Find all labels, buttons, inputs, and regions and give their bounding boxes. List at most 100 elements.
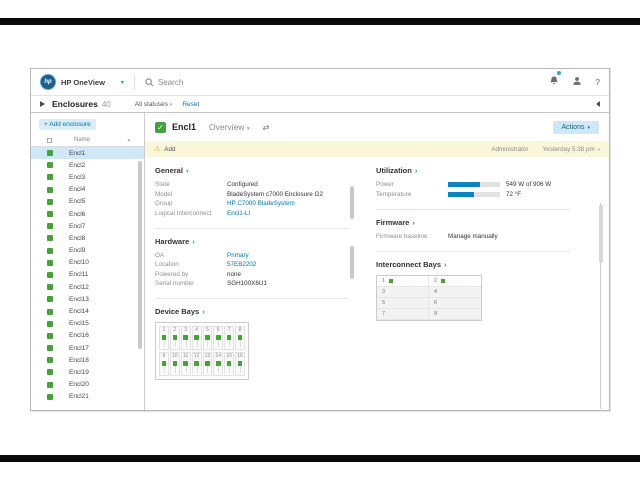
field-row: Logical Interconnect Encl1-LI <box>155 210 349 217</box>
list-item[interactable]: Encl2 <box>31 159 144 171</box>
bay-status-ok-icon <box>216 335 221 340</box>
list-item[interactable]: Encl18 <box>31 354 144 366</box>
device-bay[interactable]: 13 <box>203 352 213 376</box>
bay-number: 1 <box>163 328 166 333</box>
utilization-heading[interactable]: Utilization› <box>376 166 570 175</box>
enclosure-name: Encl9 <box>69 247 85 254</box>
actions-button[interactable]: Actions▾ <box>553 121 599 134</box>
collapse-panel-icon[interactable] <box>596 101 600 107</box>
device-bay[interactable]: 2 <box>170 326 180 350</box>
list-item[interactable]: Encl4 <box>31 184 144 196</box>
device-bay[interactable]: 14 <box>213 352 223 376</box>
hardware-heading[interactable]: Hardware› <box>155 237 349 246</box>
status-filter-dropdown[interactable]: All statuses ▾ <box>135 101 173 108</box>
relationships-icon[interactable]: ⇄ <box>263 123 270 132</box>
scroll-thumb[interactable] <box>350 186 354 219</box>
device-bay[interactable]: 12 <box>192 352 202 376</box>
section-arrow-icon: › <box>415 166 418 175</box>
list-item[interactable]: Encl1 <box>31 147 144 159</box>
user-icon[interactable] <box>572 73 582 91</box>
alerts-bell-icon[interactable] <box>549 73 559 91</box>
list-item[interactable]: Encl17 <box>31 342 144 354</box>
interconnect-bay[interactable]: 8 · · · · · <box>429 309 481 320</box>
device-bay[interactable]: 4 <box>192 326 202 350</box>
sidebar-scrollbar[interactable] <box>138 161 142 349</box>
list-item[interactable]: Encl9 <box>31 245 144 257</box>
list-item[interactable]: Encl3 <box>31 171 144 183</box>
help-icon[interactable]: ? <box>595 77 600 87</box>
field-label: Powered by <box>155 271 227 278</box>
status-ok-icon <box>47 296 53 302</box>
list-item[interactable]: Encl6 <box>31 208 144 220</box>
list-item[interactable]: Encl14 <box>31 305 144 317</box>
list-item[interactable]: Encl5 <box>31 196 144 208</box>
section-arrow-icon: › <box>412 218 415 227</box>
device-bay[interactable]: 3 <box>181 326 191 350</box>
device-bay[interactable]: 5 <box>203 326 213 350</box>
view-selector-dropdown[interactable]: Overview ▾ <box>209 122 250 132</box>
field-row: Location 57EB2202 <box>155 261 349 268</box>
device-bay[interactable]: 9 <box>159 352 169 376</box>
list-item[interactable]: Encl10 <box>31 257 144 269</box>
list-item[interactable]: Encl16 <box>31 330 144 342</box>
field-value: Manage manually <box>448 233 498 240</box>
scroll-thumb[interactable] <box>350 246 354 279</box>
firmware-heading[interactable]: Firmware› <box>376 218 570 227</box>
list-item[interactable]: Encl12 <box>31 281 144 293</box>
list-item[interactable]: Encl8 <box>31 232 144 244</box>
device-bay[interactable]: 16 <box>235 352 245 376</box>
bay-status-ok-icon <box>238 361 243 366</box>
field-row: Serial number SGH100X6U1 <box>155 280 349 287</box>
add-enclosure-button[interactable]: + Add enclosure <box>39 119 96 130</box>
utilization-section: Utilization› Power 549 W of 906 W Temper… <box>376 166 570 198</box>
app-window: hp HP OneView ▾ Search <box>30 68 610 411</box>
status-ok-icon <box>47 235 53 241</box>
general-heading[interactable]: General› <box>155 166 349 175</box>
list-item[interactable]: Encl11 <box>31 269 144 281</box>
device-bay[interactable]: 11 <box>181 352 191 376</box>
activity-banner[interactable]: ⚠ Add Administrator Yesterday 5:38 pm▾ <box>145 141 609 157</box>
device-bay[interactable]: 15 <box>224 352 234 376</box>
interconnect-bay[interactable]: 6 · · · · · <box>429 298 481 309</box>
main-scrollbar[interactable] <box>600 203 601 409</box>
interconnect-bay[interactable]: 3 · · · · · <box>377 287 429 298</box>
field-value: HP C7000 BladeSystem <box>227 200 295 207</box>
reset-link[interactable]: Reset <box>182 101 199 108</box>
device-bay[interactable]: 7 <box>224 326 234 350</box>
interconnect-bay[interactable]: 4 · · · · · <box>429 287 481 298</box>
device-bay[interactable]: 6 <box>213 326 223 350</box>
list-item[interactable]: Encl13 <box>31 293 144 305</box>
interconnect-bays-heading[interactable]: Interconnect Bays› <box>376 260 570 269</box>
interconnect-bay[interactable]: 7 · · · · · <box>377 309 429 320</box>
device-bays-heading[interactable]: Device Bays› <box>155 307 349 316</box>
hardware-section: Hardware› OA Primary Location 57EB2202 <box>155 228 349 288</box>
list-item[interactable]: Encl21 <box>31 391 144 403</box>
enclosure-name: Encl15 <box>69 320 89 327</box>
field-row: OA Primary <box>155 252 349 259</box>
device-bay[interactable]: 8 <box>235 326 245 350</box>
interconnect-bay[interactable]: 1 · · · · · <box>377 276 429 287</box>
bay-status-ok-icon <box>162 361 167 366</box>
list-header[interactable]: Name ▴ <box>31 134 144 147</box>
field-value: Configured <box>227 181 258 188</box>
module-ports-glyph: · · · · · <box>449 278 469 283</box>
interconnect-bays-diagram: 1 · · · · · 2 · · · · · 3 <box>376 275 482 321</box>
list-item[interactable]: Encl7 <box>31 220 144 232</box>
menu-expander-icon[interactable] <box>40 101 45 107</box>
sort-ascending-icon: ▴ <box>127 137 130 143</box>
field-label: Temperature <box>376 191 448 198</box>
status-ok-icon <box>47 174 53 180</box>
list-item[interactable]: Encl15 <box>31 318 144 330</box>
bay-status-ok-icon <box>205 335 210 340</box>
bay-number: 16 <box>237 354 243 359</box>
list-item[interactable]: Encl19 <box>31 366 144 378</box>
list-item[interactable]: Encl20 <box>31 379 144 391</box>
interconnect-bay[interactable]: 5 · · · · · <box>377 298 429 309</box>
device-bay[interactable]: 1 <box>159 326 169 350</box>
device-bay[interactable]: 10 <box>170 352 180 376</box>
field-label: OA <box>155 252 227 259</box>
field-value: Encl1-LI <box>227 210 250 217</box>
search-input[interactable]: Search <box>145 78 183 87</box>
interconnect-bay[interactable]: 2 · · · · · <box>429 276 481 287</box>
chevron-down-icon[interactable]: ▾ <box>121 79 124 86</box>
